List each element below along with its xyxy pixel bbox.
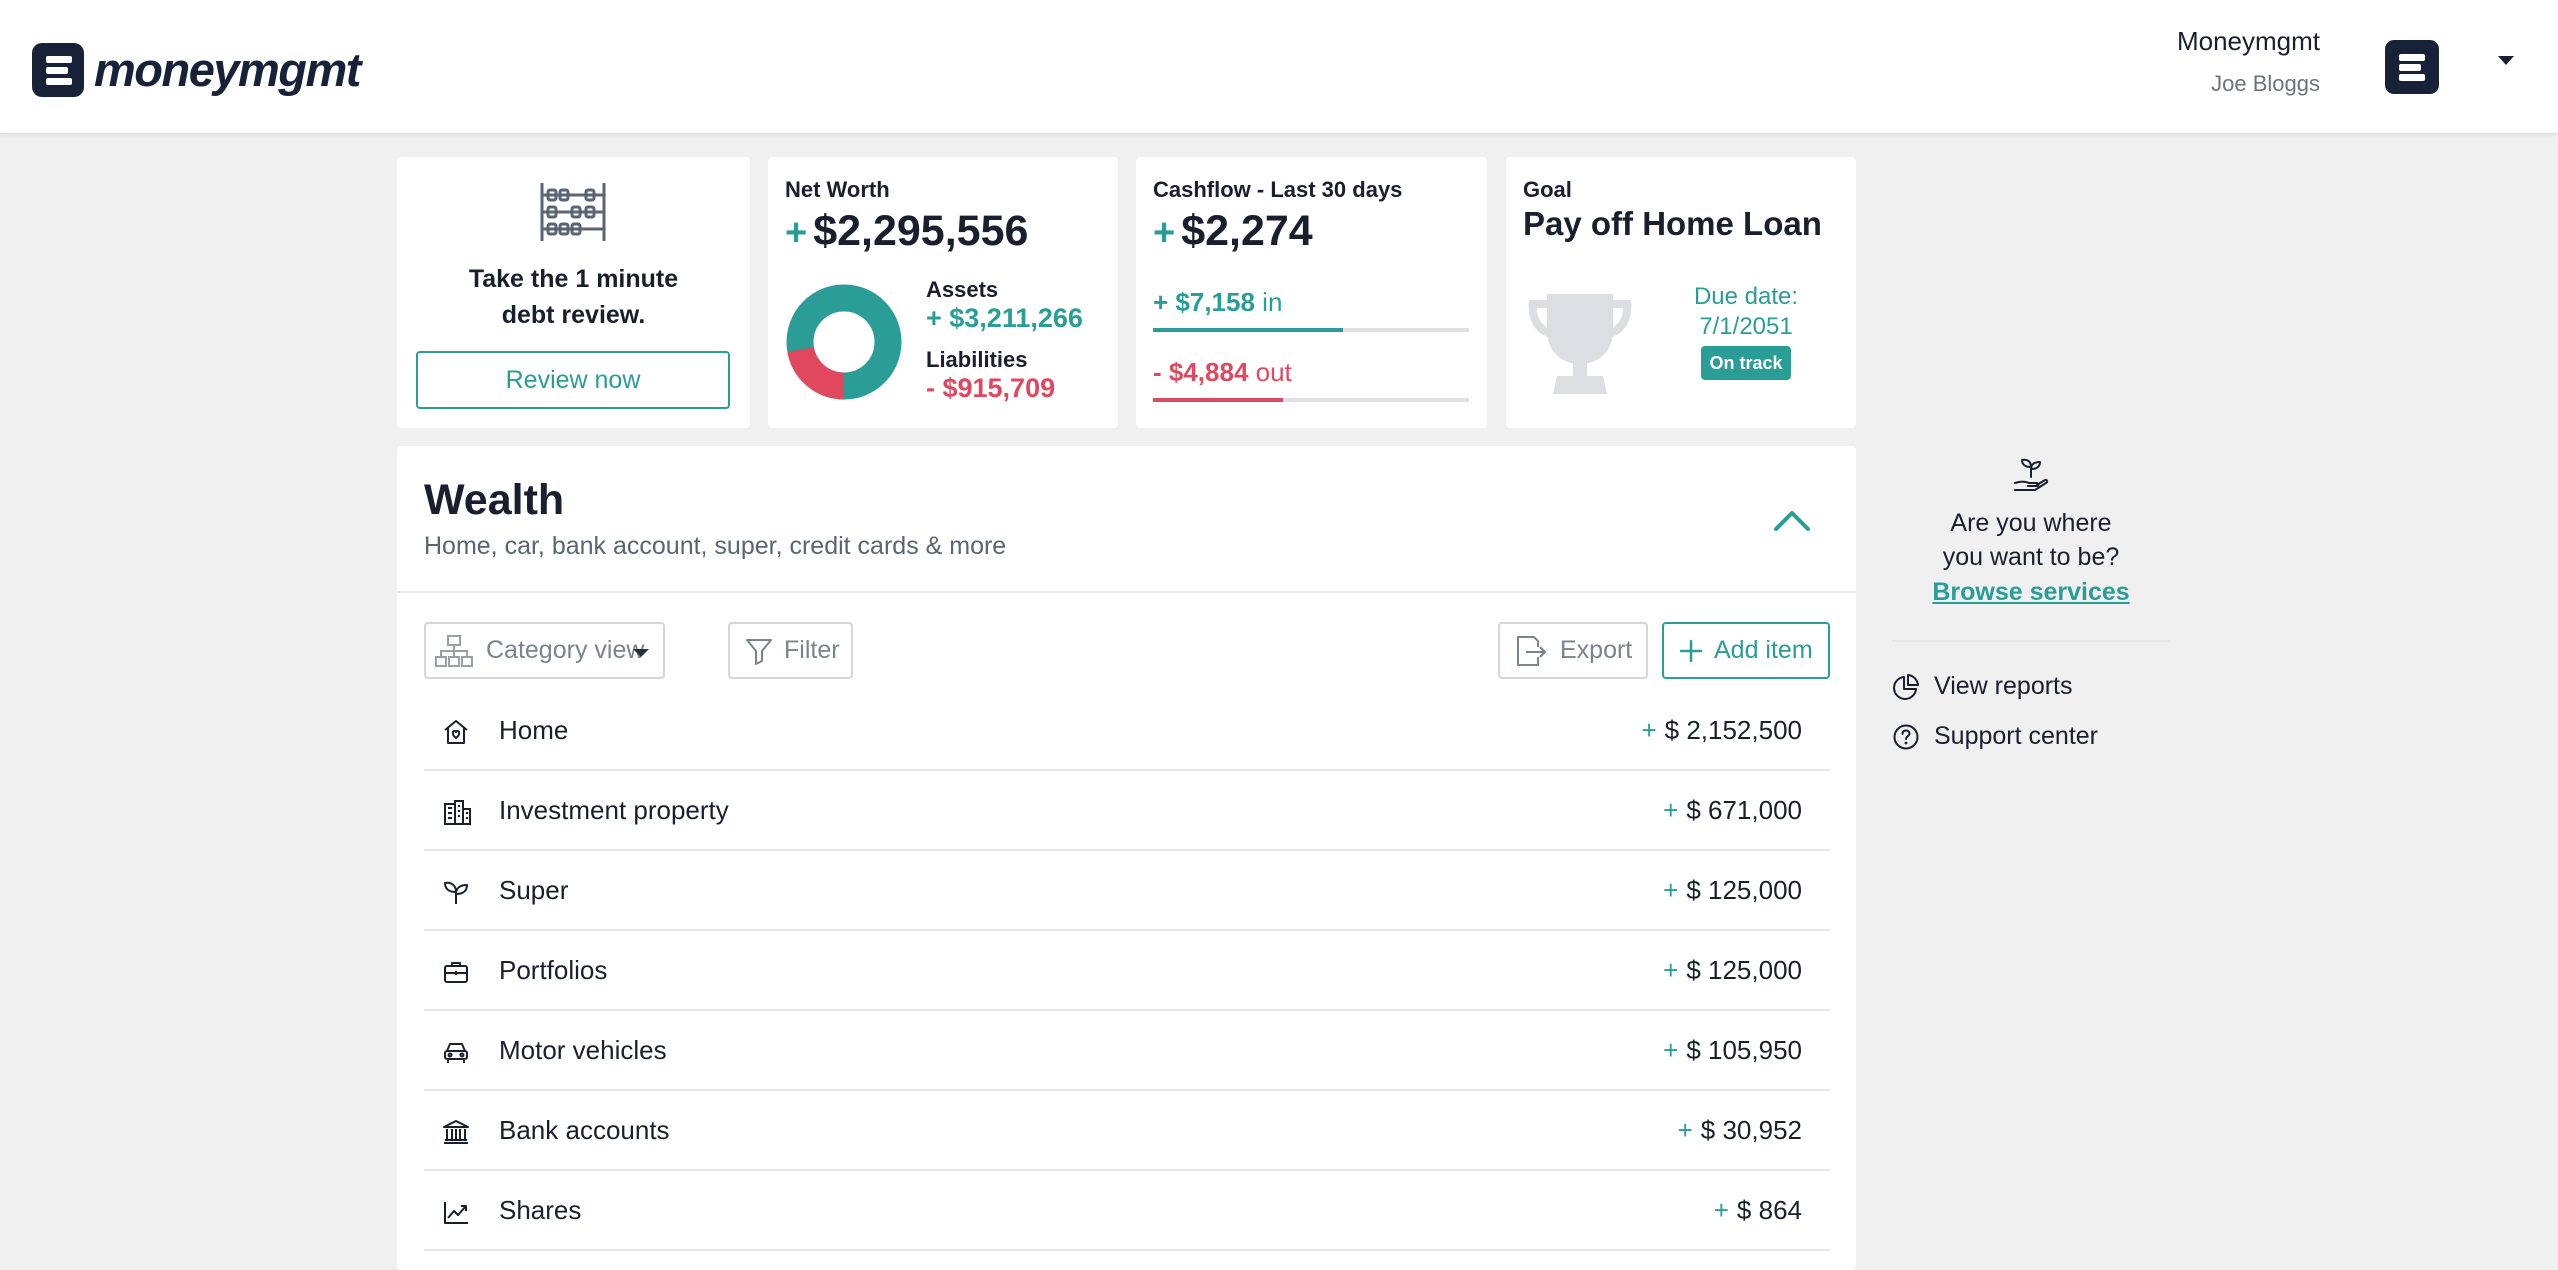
- sprout-icon: [444, 881, 468, 904]
- caret-down-icon: [633, 649, 649, 657]
- list-item-investment-property[interactable]: Investment property + $ 671,000: [424, 771, 1830, 851]
- filter-label: Filter: [784, 636, 840, 664]
- car-icon: [444, 1043, 468, 1063]
- cash-in: + $7,158 in: [1153, 287, 1283, 317]
- wealth-panel: Wealth Home, car, bank account, super, c…: [397, 446, 1856, 1270]
- goal-card[interactable]: Goal Pay off Home Loan Due date: 7/1/205…: [1506, 157, 1856, 428]
- avatar[interactable]: [2385, 40, 2439, 94]
- sidebar-divider: [1892, 640, 2170, 642]
- app-logo[interactable]: moneymgmt: [32, 42, 361, 97]
- promo-question: Are you where you want to be?: [1942, 509, 2120, 571]
- goal-due: Due date: 7/1/2051 On track: [1656, 282, 1836, 380]
- briefcase-icon: [444, 962, 468, 983]
- add-item-button[interactable]: Add item: [1662, 622, 1830, 679]
- cashflow-card[interactable]: Cashflow - Last 30 days + $2,274 + $7,158…: [1136, 157, 1487, 428]
- category-view-label: Category view: [486, 636, 645, 664]
- goal-title: Pay off Home Loan: [1523, 205, 1822, 242]
- cashflow-amount: + $2,274: [1153, 207, 1313, 255]
- assets-value: + $3,211,266: [926, 303, 1083, 333]
- cashflow-label: Cashflow - Last 30 days: [1153, 177, 1403, 202]
- abacus-icon: [540, 183, 606, 241]
- cash-in-bar: [1153, 328, 1469, 332]
- browse-services-link[interactable]: Browse services: [1932, 578, 2129, 607]
- net-worth-card[interactable]: Net Worth + $2,295,556 Assets + $3,211,26…: [768, 157, 1118, 428]
- export-icon: [1517, 635, 1546, 666]
- panel-divider: [397, 591, 1856, 593]
- list-item-motor-vehicles[interactable]: Motor vehicles + $ 105,950: [424, 1011, 1830, 1091]
- add-item-label: Add item: [1714, 636, 1813, 664]
- export-button[interactable]: Export: [1498, 622, 1648, 679]
- pie-chart-icon: [1893, 673, 1919, 700]
- wealth-title: Wealth: [424, 476, 565, 524]
- filter-button[interactable]: Filter: [728, 622, 853, 679]
- net-worth-label: Net Worth: [785, 177, 890, 202]
- chevron-down-icon[interactable]: [2498, 56, 2514, 65]
- assets-liabilities-donut: [786, 284, 902, 400]
- org-name: Moneymgmt: [2176, 26, 2320, 56]
- trophy-icon: [1528, 294, 1632, 394]
- cash-out-bar: [1153, 398, 1469, 402]
- help-circle-icon: [1893, 724, 1919, 749]
- due-label: Due date:: [1693, 283, 1799, 310]
- list-item-home[interactable]: Home + $ 2,152,500: [424, 691, 1830, 771]
- hierarchy-icon: [435, 634, 473, 667]
- support-center-link[interactable]: Support center: [1892, 722, 2098, 751]
- net-worth-amount: + $2,295,556: [785, 207, 1029, 255]
- list-item-portfolios[interactable]: Portfolios + $ 125,000: [424, 931, 1830, 1011]
- assets-label: Assets: [926, 277, 999, 302]
- top-bar: moneymgmt Moneymgmt Joe Bloggs: [0, 0, 2558, 133]
- category-view-select[interactable]: Category view: [424, 622, 665, 679]
- cash-out: - $4,884 out: [1153, 357, 1292, 387]
- wealth-subtitle: Home, car, bank account, super, credit c…: [424, 532, 1007, 560]
- hand-plant-icon: [2014, 458, 2049, 491]
- export-label: Export: [1560, 636, 1633, 664]
- review-now-button[interactable]: Review now: [416, 351, 730, 409]
- list-item-bank-accounts[interactable]: Bank accounts + $ 30,952: [424, 1091, 1830, 1171]
- chart-trend-icon: [444, 1202, 468, 1224]
- plus-icon: [1679, 639, 1703, 662]
- services-promo: Are you where you want to be? Browse ser…: [1892, 455, 2170, 607]
- logo-mark-icon: [32, 42, 84, 97]
- status-badge: On track: [1701, 346, 1791, 380]
- debt-review-text: Take the 1 minute debt review.: [468, 265, 679, 329]
- chevron-up-icon[interactable]: [1773, 508, 1811, 532]
- liabilities-label: Liabilities: [926, 347, 1028, 372]
- debt-review-card: Take the 1 minute debt review. Review no…: [397, 157, 750, 428]
- user-name: Joe Bloggs: [2211, 71, 2320, 96]
- bank-icon: [443, 1120, 469, 1144]
- logo-text: moneymgmt: [94, 43, 361, 96]
- wealth-list: Home + $ 2,152,500 Investment property + $…: [424, 691, 1830, 1251]
- due-date: 7/1/2051: [1699, 313, 1793, 340]
- filter-icon: [746, 638, 772, 665]
- buildings-icon: [444, 800, 471, 825]
- home-icon: [444, 720, 468, 744]
- liabilities-value: - $915,709: [926, 373, 1056, 403]
- goal-label: Goal: [1523, 177, 1572, 202]
- view-reports-link[interactable]: View reports: [1892, 672, 2073, 701]
- list-item-shares[interactable]: Shares + $ 864: [424, 1171, 1830, 1251]
- user-info[interactable]: Moneymgmt Joe Bloggs: [2177, 26, 2320, 97]
- list-item-super[interactable]: Super + $ 125,000: [424, 851, 1830, 931]
